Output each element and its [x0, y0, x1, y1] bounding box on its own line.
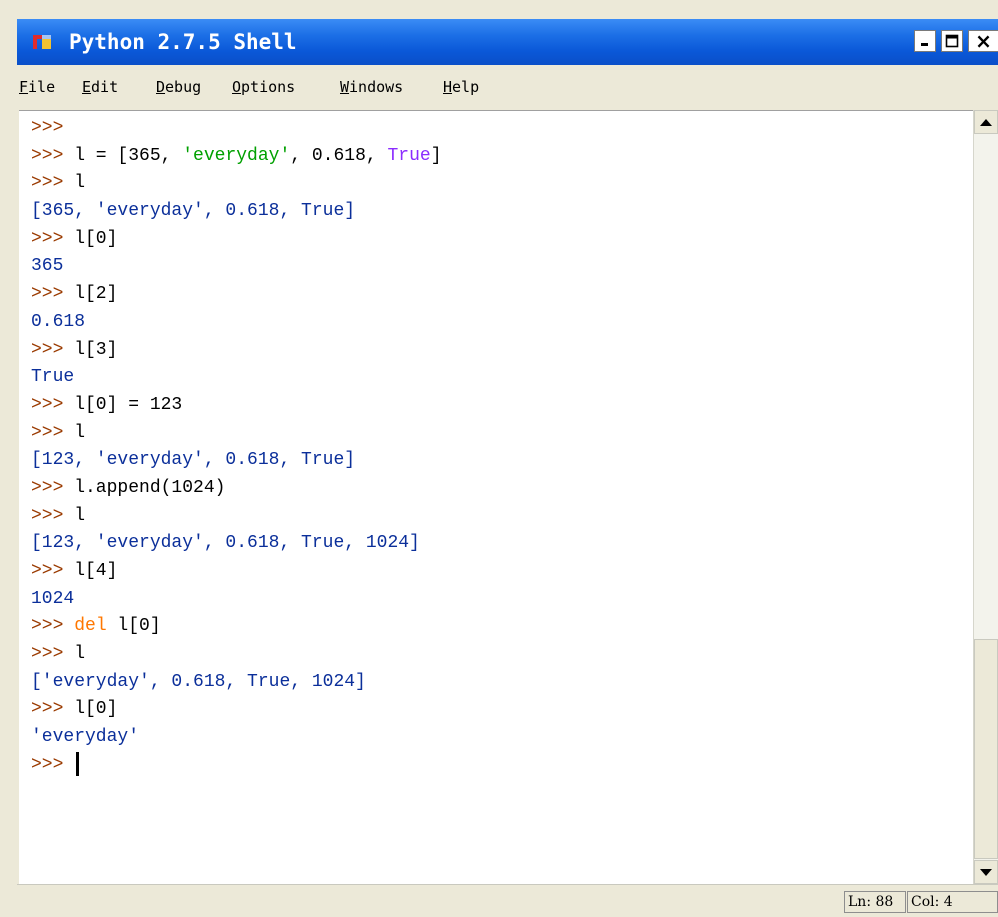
code-code: ]	[430, 145, 442, 166]
scroll-down-button[interactable]	[974, 860, 998, 884]
code-code: , 0.618,	[290, 145, 388, 166]
shell-output-line: 1024	[31, 586, 442, 614]
shell-output-line: [123, 'everyday', 0.618, True]	[31, 447, 442, 475]
scroll-thumb[interactable]	[974, 639, 998, 859]
code-code: l[3]	[63, 339, 118, 360]
prompt-marker: >>>	[31, 339, 64, 360]
menu-edit[interactable]: Edit	[82, 76, 118, 98]
close-button[interactable]: ×	[968, 30, 998, 52]
code-code: l	[63, 173, 86, 194]
prompt-marker: >>>	[31, 616, 64, 637]
menu-help[interactable]: Help	[443, 76, 479, 98]
maximize-icon	[945, 34, 959, 48]
shell-input-line: >>> del l[0]	[31, 613, 442, 641]
menu-bar: File Edit Debug Options Windows Help	[17, 65, 998, 109]
shell-lines: >>> >>> l = [365, 'everyday', 0.618, True…	[31, 115, 442, 780]
shell-output-line: [123, 'everyday', 0.618, True, 1024]	[31, 530, 442, 558]
shell-input-line: >>> l[0]	[31, 696, 442, 724]
prompt-marker: >>>	[31, 561, 64, 581]
window-title: Python 2.7.5 Shell	[69, 30, 297, 54]
shell-current-line: >>>	[31, 752, 442, 780]
prompt-marker: >>>	[31, 173, 64, 194]
idle-shell-window: Python 2.7.5 Shell × File Edit Debug Opt…	[0, 0, 998, 917]
output-text: 'everyday'	[31, 727, 140, 748]
shell-input-line: >>> l.append(1024)	[31, 475, 442, 503]
menu-options[interactable]: Options	[232, 76, 295, 98]
shell-output-line: 0.618	[31, 309, 442, 337]
shell-output-line: [365, 'everyday', 0.618, True]	[31, 198, 442, 226]
prompt-marker: >>>	[31, 284, 64, 305]
shell-input-line: >>> l	[31, 170, 442, 198]
shell-input-line: >>> l[3]	[31, 337, 442, 365]
code-code: l[4]	[63, 561, 118, 581]
minimize-icon	[921, 43, 928, 46]
prompt-marker: >>>	[31, 394, 64, 415]
menu-windows[interactable]: Windows	[340, 76, 403, 98]
shell-input-line: >>> l[4]	[31, 558, 442, 586]
shell-input-line: >>> l[0]	[31, 226, 442, 254]
output-text: 365	[31, 256, 64, 277]
menu-file[interactable]: File	[19, 76, 55, 98]
prompt-marker: >>>	[31, 754, 64, 775]
arrow-up-icon	[980, 118, 992, 126]
vertical-scrollbar[interactable]	[973, 110, 998, 884]
status-column-number: Col: 4	[907, 891, 998, 913]
code-code: l = [365,	[63, 145, 183, 166]
code-code: l	[63, 644, 86, 665]
code-code: l[0]	[63, 228, 118, 249]
shell-output-line: 'everyday'	[31, 724, 442, 752]
prompt-marker: >>>	[31, 145, 64, 166]
prompt-marker: >>>	[31, 422, 64, 443]
code-builtin: True	[387, 145, 431, 166]
code-str: 'everyday'	[182, 145, 291, 166]
prompt-marker: >>>	[31, 699, 64, 720]
code-code: l[0]	[63, 699, 118, 720]
shell-input-line: >>> l	[31, 420, 442, 448]
shell-input-line: >>> l[2]	[31, 281, 442, 309]
shell-input-line: >>> l	[31, 641, 442, 669]
shell-input-line: >>>	[31, 115, 442, 143]
code-code: l.append(1024)	[63, 477, 226, 498]
prompt-marker: >>>	[31, 505, 64, 526]
code-code: l[0]	[106, 616, 161, 637]
shell-output-line: 365	[31, 253, 442, 281]
maximize-button[interactable]	[941, 30, 963, 52]
text-cursor	[76, 752, 80, 777]
output-text: True	[31, 367, 75, 388]
output-text: ['everyday', 0.618, True, 1024]	[31, 671, 366, 692]
code-code: l	[63, 505, 86, 526]
output-text: 1024	[31, 588, 75, 609]
prompt-marker: >>>	[31, 644, 64, 665]
code-code	[63, 616, 74, 636]
close-icon: ×	[975, 29, 992, 53]
shell-input-line: >>> l = [365, 'everyday', 0.618, True]	[31, 143, 442, 171]
status-bar: Ln: 88 Col: 4	[17, 884, 998, 917]
prompt-marker: >>>	[31, 118, 64, 138]
scroll-up-button[interactable]	[974, 110, 998, 134]
arrow-down-icon	[980, 868, 992, 876]
shell-editor[interactable]: >>> >>> l = [365, 'everyday', 0.618, True…	[19, 110, 973, 884]
shell-output-line: True	[31, 364, 442, 392]
output-text: [365, 'everyday', 0.618, True]	[31, 201, 356, 222]
code-code: l[0] = 123	[63, 394, 183, 415]
python-idle-icon	[33, 35, 51, 49]
code-code: l[2]	[63, 284, 118, 305]
prompt-marker: >>>	[31, 228, 64, 249]
prompt-marker: >>>	[31, 477, 64, 498]
shell-input-line: >>> l	[31, 503, 442, 531]
menu-debug[interactable]: Debug	[156, 76, 201, 98]
output-text: 0.618	[31, 311, 86, 332]
output-text: [123, 'everyday', 0.618, True, 1024]	[31, 533, 420, 554]
code-code: l	[63, 422, 86, 443]
minimize-button[interactable]	[914, 30, 936, 52]
shell-input-line: >>> l[0] = 123	[31, 392, 442, 420]
status-line-number: Ln: 88	[844, 891, 906, 913]
code-kw: del	[74, 616, 107, 637]
shell-output-line: ['everyday', 0.618, True, 1024]	[31, 669, 442, 697]
output-text: [123, 'everyday', 0.618, True]	[31, 450, 356, 471]
code-code	[63, 755, 74, 775]
title-bar[interactable]: Python 2.7.5 Shell ×	[17, 19, 998, 65]
